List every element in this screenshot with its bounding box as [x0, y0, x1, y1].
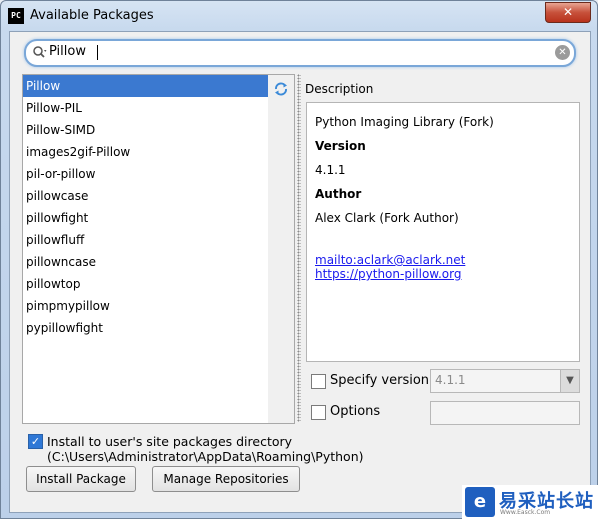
homepage-link[interactable]: https://python-pillow.org: [315, 267, 462, 281]
package-list-item[interactable]: Pillow-SIMD: [23, 119, 268, 141]
watermark-subtext: Www.Easck.Com: [500, 509, 551, 516]
text-caret: [97, 45, 98, 60]
dialog-content: Pillow ✕ Pillow Pillow-PIL Pillow-SIMD imag…: [9, 31, 591, 513]
refresh-icon[interactable]: [273, 81, 289, 97]
author-value: Alex Clark (Fork Author): [315, 211, 459, 225]
site-watermark: e 易采站长站 Www.Easck.Com: [462, 485, 598, 519]
package-list-item[interactable]: Pillow: [23, 75, 268, 97]
package-list[interactable]: Pillow Pillow-PIL Pillow-SIMD images2gif-Pi…: [22, 74, 269, 424]
install-package-button[interactable]: Install Package: [26, 466, 136, 492]
panel-splitter[interactable]: [297, 74, 301, 422]
options-checkbox[interactable]: [311, 405, 326, 420]
manage-repositories-button[interactable]: Manage Repositories: [152, 466, 300, 492]
package-list-item[interactable]: pillowfight: [23, 207, 268, 229]
available-packages-window: PC Available Packages ✕ Pillow ✕ Pillow P…: [0, 0, 598, 519]
options-input[interactable]: [430, 401, 580, 425]
install-to-user-label: Install to user's site packages director…: [47, 434, 364, 464]
specify-version-checkbox[interactable]: [311, 374, 326, 389]
version-select-value: 4.1.1: [435, 373, 466, 387]
clear-search-icon[interactable]: ✕: [555, 45, 570, 60]
window-title: Available Packages: [30, 8, 154, 23]
package-summary: Python Imaging Library (Fork): [315, 115, 494, 129]
chevron-down-icon[interactable]: ▼: [560, 370, 579, 392]
package-list-item[interactable]: pypillowfight: [23, 317, 268, 339]
options-label: Options: [330, 404, 381, 419]
search-query: Pillow: [49, 44, 86, 59]
package-list-item[interactable]: pillowtop: [23, 273, 268, 295]
package-list-item[interactable]: Pillow-PIL: [23, 97, 268, 119]
description-label: Description: [305, 82, 374, 96]
package-list-item[interactable]: pimpmypillow: [23, 295, 268, 317]
description-panel: Python Imaging Library (Fork) Version 4.…: [306, 102, 580, 362]
specify-version-label: Specify version: [330, 373, 430, 388]
package-list-item[interactable]: images2gif-Pillow: [23, 141, 268, 163]
package-list-item[interactable]: pillowncase: [23, 251, 268, 273]
author-heading: Author: [315, 187, 362, 201]
pycharm-app-icon: PC: [8, 8, 24, 24]
close-window-button[interactable]: ✕: [545, 2, 591, 23]
version-value: 4.1.1: [315, 163, 346, 177]
search-icon[interactable]: [32, 45, 48, 61]
install-to-user-checkbox[interactable]: ✓: [28, 434, 43, 449]
search-input[interactable]: Pillow ✕: [24, 39, 576, 67]
package-list-item[interactable]: pil-or-pillow: [23, 163, 268, 185]
version-heading: Version: [315, 139, 366, 153]
package-list-item[interactable]: pillowfluff: [23, 229, 268, 251]
email-link[interactable]: mailto:aclark@aclark.net: [315, 253, 465, 267]
package-list-item[interactable]: pillowcase: [23, 185, 268, 207]
version-select[interactable]: 4.1.1 ▼: [430, 369, 580, 393]
watermark-logo: e: [465, 487, 495, 517]
title-bar[interactable]: PC Available Packages ✕: [1, 1, 597, 31]
list-toolbar: [268, 74, 295, 424]
